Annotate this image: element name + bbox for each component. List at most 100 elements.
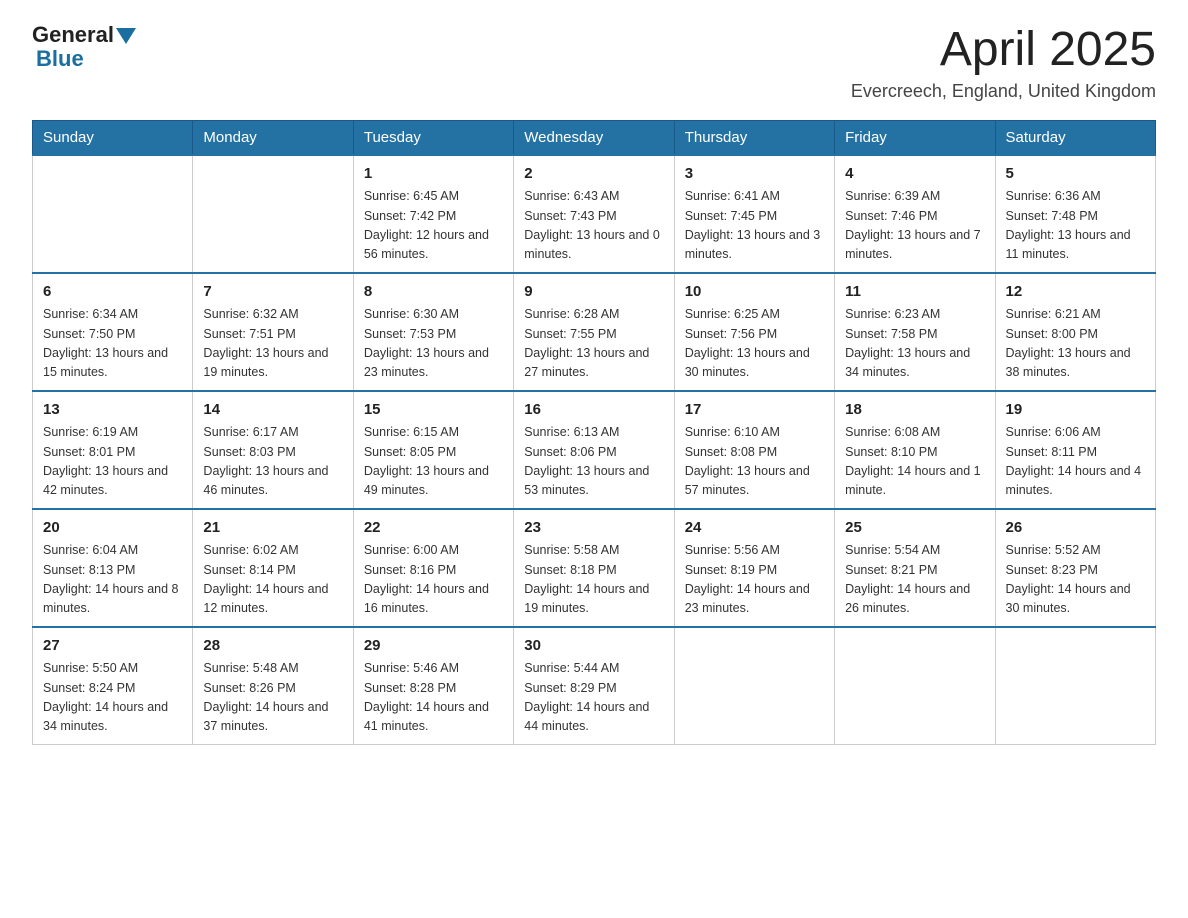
calendar-cell: 18Sunrise: 6:08 AMSunset: 8:10 PMDayligh… (835, 391, 995, 509)
day-number: 12 (1006, 281, 1145, 304)
day-info: Sunrise: 5:46 AMSunset: 8:28 PMDaylight:… (364, 659, 503, 737)
calendar-header-row: SundayMondayTuesdayWednesdayThursdayFrid… (33, 120, 1156, 155)
calendar-cell: 3Sunrise: 6:41 AMSunset: 7:45 PMDaylight… (674, 155, 834, 273)
weekday-header-thursday: Thursday (674, 120, 834, 155)
day-number: 1 (364, 163, 503, 186)
day-number: 9 (524, 281, 663, 304)
day-number: 29 (364, 635, 503, 658)
calendar-cell: 17Sunrise: 6:10 AMSunset: 8:08 PMDayligh… (674, 391, 834, 509)
calendar-cell: 21Sunrise: 6:02 AMSunset: 8:14 PMDayligh… (193, 509, 353, 627)
day-info: Sunrise: 5:48 AMSunset: 8:26 PMDaylight:… (203, 659, 342, 737)
day-info: Sunrise: 6:36 AMSunset: 7:48 PMDaylight:… (1006, 187, 1145, 265)
calendar-cell: 24Sunrise: 5:56 AMSunset: 8:19 PMDayligh… (674, 509, 834, 627)
calendar-cell: 15Sunrise: 6:15 AMSunset: 8:05 PMDayligh… (353, 391, 513, 509)
calendar-cell: 23Sunrise: 5:58 AMSunset: 8:18 PMDayligh… (514, 509, 674, 627)
calendar-cell: 11Sunrise: 6:23 AMSunset: 7:58 PMDayligh… (835, 273, 995, 391)
day-number: 2 (524, 163, 663, 186)
day-number: 16 (524, 399, 663, 422)
day-info: Sunrise: 6:10 AMSunset: 8:08 PMDaylight:… (685, 423, 824, 501)
day-number: 14 (203, 399, 342, 422)
day-info: Sunrise: 6:32 AMSunset: 7:51 PMDaylight:… (203, 305, 342, 383)
weekday-header-monday: Monday (193, 120, 353, 155)
day-info: Sunrise: 6:23 AMSunset: 7:58 PMDaylight:… (845, 305, 984, 383)
day-info: Sunrise: 6:28 AMSunset: 7:55 PMDaylight:… (524, 305, 663, 383)
day-info: Sunrise: 6:41 AMSunset: 7:45 PMDaylight:… (685, 187, 824, 265)
calendar-cell: 25Sunrise: 5:54 AMSunset: 8:21 PMDayligh… (835, 509, 995, 627)
calendar-cell: 29Sunrise: 5:46 AMSunset: 8:28 PMDayligh… (353, 627, 513, 745)
day-info: Sunrise: 6:21 AMSunset: 8:00 PMDaylight:… (1006, 305, 1145, 383)
day-info: Sunrise: 6:06 AMSunset: 8:11 PMDaylight:… (1006, 423, 1145, 501)
calendar-cell: 1Sunrise: 6:45 AMSunset: 7:42 PMDaylight… (353, 155, 513, 273)
calendar-cell (995, 627, 1155, 745)
day-number: 5 (1006, 163, 1145, 186)
calendar-cell: 19Sunrise: 6:06 AMSunset: 8:11 PMDayligh… (995, 391, 1155, 509)
title-section: April 2025 Evercreech, England, United K… (851, 24, 1156, 102)
calendar-cell: 12Sunrise: 6:21 AMSunset: 8:00 PMDayligh… (995, 273, 1155, 391)
day-info: Sunrise: 6:08 AMSunset: 8:10 PMDaylight:… (845, 423, 984, 501)
calendar-cell: 13Sunrise: 6:19 AMSunset: 8:01 PMDayligh… (33, 391, 193, 509)
day-info: Sunrise: 6:43 AMSunset: 7:43 PMDaylight:… (524, 187, 663, 265)
day-info: Sunrise: 6:39 AMSunset: 7:46 PMDaylight:… (845, 187, 984, 265)
day-number: 4 (845, 163, 984, 186)
calendar-cell (193, 155, 353, 273)
calendar-cell: 16Sunrise: 6:13 AMSunset: 8:06 PMDayligh… (514, 391, 674, 509)
day-number: 10 (685, 281, 824, 304)
day-info: Sunrise: 5:58 AMSunset: 8:18 PMDaylight:… (524, 541, 663, 619)
day-number: 6 (43, 281, 182, 304)
day-number: 26 (1006, 517, 1145, 540)
day-number: 21 (203, 517, 342, 540)
day-info: Sunrise: 6:15 AMSunset: 8:05 PMDaylight:… (364, 423, 503, 501)
day-number: 25 (845, 517, 984, 540)
day-info: Sunrise: 6:45 AMSunset: 7:42 PMDaylight:… (364, 187, 503, 265)
calendar-week-row: 1Sunrise: 6:45 AMSunset: 7:42 PMDaylight… (33, 155, 1156, 273)
logo-blue-text: Blue (36, 46, 84, 71)
calendar-cell: 10Sunrise: 6:25 AMSunset: 7:56 PMDayligh… (674, 273, 834, 391)
logo: General Blue (32, 24, 136, 72)
day-number: 22 (364, 517, 503, 540)
calendar-cell (33, 155, 193, 273)
day-number: 24 (685, 517, 824, 540)
day-info: Sunrise: 6:25 AMSunset: 7:56 PMDaylight:… (685, 305, 824, 383)
calendar-cell: 6Sunrise: 6:34 AMSunset: 7:50 PMDaylight… (33, 273, 193, 391)
day-number: 3 (685, 163, 824, 186)
calendar-cell: 22Sunrise: 6:00 AMSunset: 8:16 PMDayligh… (353, 509, 513, 627)
calendar-cell: 4Sunrise: 6:39 AMSunset: 7:46 PMDaylight… (835, 155, 995, 273)
day-number: 15 (364, 399, 503, 422)
day-number: 7 (203, 281, 342, 304)
calendar-week-row: 6Sunrise: 6:34 AMSunset: 7:50 PMDaylight… (33, 273, 1156, 391)
calendar-cell: 9Sunrise: 6:28 AMSunset: 7:55 PMDaylight… (514, 273, 674, 391)
day-info: Sunrise: 5:44 AMSunset: 8:29 PMDaylight:… (524, 659, 663, 737)
day-info: Sunrise: 5:56 AMSunset: 8:19 PMDaylight:… (685, 541, 824, 619)
calendar-cell (835, 627, 995, 745)
calendar-cell (674, 627, 834, 745)
calendar-cell: 5Sunrise: 6:36 AMSunset: 7:48 PMDaylight… (995, 155, 1155, 273)
day-number: 13 (43, 399, 182, 422)
weekday-header-tuesday: Tuesday (353, 120, 513, 155)
day-number: 27 (43, 635, 182, 658)
calendar-week-row: 13Sunrise: 6:19 AMSunset: 8:01 PMDayligh… (33, 391, 1156, 509)
day-number: 23 (524, 517, 663, 540)
calendar-cell: 20Sunrise: 6:04 AMSunset: 8:13 PMDayligh… (33, 509, 193, 627)
logo-triangle-icon (116, 28, 136, 44)
page-header: General Blue April 2025 Evercreech, Engl… (32, 24, 1156, 102)
calendar-cell: 30Sunrise: 5:44 AMSunset: 8:29 PMDayligh… (514, 627, 674, 745)
calendar-cell: 7Sunrise: 6:32 AMSunset: 7:51 PMDaylight… (193, 273, 353, 391)
day-info: Sunrise: 6:17 AMSunset: 8:03 PMDaylight:… (203, 423, 342, 501)
calendar-cell: 2Sunrise: 6:43 AMSunset: 7:43 PMDaylight… (514, 155, 674, 273)
weekday-header-saturday: Saturday (995, 120, 1155, 155)
calendar-week-row: 20Sunrise: 6:04 AMSunset: 8:13 PMDayligh… (33, 509, 1156, 627)
day-info: Sunrise: 6:04 AMSunset: 8:13 PMDaylight:… (43, 541, 182, 619)
day-info: Sunrise: 6:00 AMSunset: 8:16 PMDaylight:… (364, 541, 503, 619)
weekday-header-wednesday: Wednesday (514, 120, 674, 155)
calendar-cell: 8Sunrise: 6:30 AMSunset: 7:53 PMDaylight… (353, 273, 513, 391)
logo-general-text: General (32, 24, 114, 46)
day-number: 18 (845, 399, 984, 422)
calendar-cell: 28Sunrise: 5:48 AMSunset: 8:26 PMDayligh… (193, 627, 353, 745)
day-number: 19 (1006, 399, 1145, 422)
calendar-cell: 14Sunrise: 6:17 AMSunset: 8:03 PMDayligh… (193, 391, 353, 509)
calendar-cell: 26Sunrise: 5:52 AMSunset: 8:23 PMDayligh… (995, 509, 1155, 627)
weekday-header-friday: Friday (835, 120, 995, 155)
calendar-cell: 27Sunrise: 5:50 AMSunset: 8:24 PMDayligh… (33, 627, 193, 745)
day-number: 28 (203, 635, 342, 658)
day-number: 17 (685, 399, 824, 422)
